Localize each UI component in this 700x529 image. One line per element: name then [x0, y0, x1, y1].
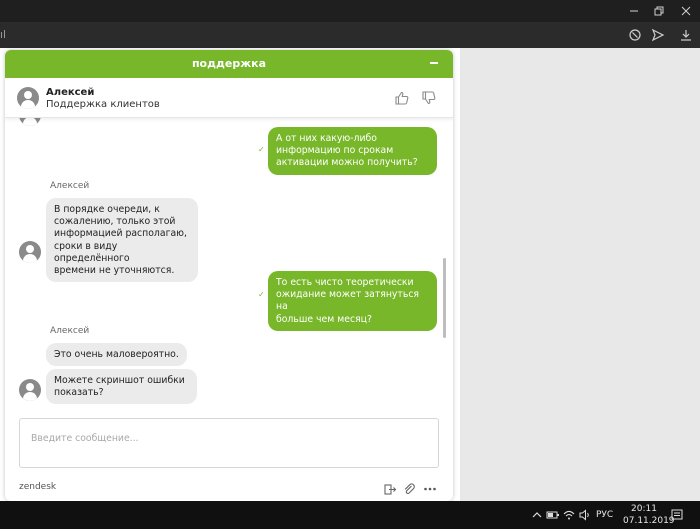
message-composer[interactable]: [19, 418, 439, 468]
minimize-icon: [430, 62, 438, 64]
widget-title: поддержка: [191, 57, 267, 70]
paperclip-icon[interactable]: [402, 482, 416, 496]
page-right-area: [460, 48, 700, 501]
chat-widget: поддержка Алексей Поддержка клиентов ✓ А…: [5, 50, 453, 501]
user-message: А от них какую-либо информацию по срокам…: [268, 127, 437, 175]
thumbs-down-icon[interactable]: [421, 90, 437, 106]
window-titlebar: [0, 0, 700, 22]
minimize-window-icon[interactable]: [626, 3, 642, 19]
agent-avatar: [17, 87, 39, 109]
battery-icon[interactable]: [546, 508, 560, 522]
message-input[interactable]: [20, 419, 438, 447]
address-bar[interactable]: ıl: [0, 22, 700, 48]
more-options-icon[interactable]: [423, 482, 437, 496]
shield-icon[interactable]: [627, 27, 643, 43]
minimize-widget-button[interactable]: [427, 56, 441, 70]
chat-scrollbar[interactable]: [443, 258, 446, 338]
message-sender: Алексей: [50, 326, 90, 336]
widget-header: поддержка: [5, 50, 453, 78]
address-text[interactable]: ıl: [0, 28, 6, 41]
delivered-check-icon: ✓: [258, 290, 265, 299]
taskbar: РУС 20:11 07.11.2019: [0, 501, 700, 529]
agent-message: Можете скриншот ошибки показать?: [46, 369, 197, 405]
message-sender: Алексей: [50, 181, 90, 191]
wifi-icon[interactable]: [562, 508, 576, 522]
restore-window-icon[interactable]: [651, 3, 667, 19]
speaker-icon[interactable]: [578, 508, 592, 522]
user-message: То есть чисто теоретически ожидание може…: [268, 271, 437, 331]
agent-avatar-small: [19, 118, 41, 126]
agent-avatar-small: [19, 379, 41, 401]
language-indicator[interactable]: РУС: [596, 510, 613, 520]
agent-name: Алексей: [46, 87, 95, 98]
clock-date[interactable]: 07.11.2019: [623, 516, 675, 526]
delivered-check-icon: ✓: [258, 145, 265, 154]
chevron-up-icon[interactable]: [530, 508, 544, 522]
agent-bar: Алексей Поддержка клиентов: [5, 78, 453, 118]
message-list[interactable]: ✓ А от них какую-либо информацию по срок…: [5, 118, 453, 414]
agent-message: В порядке очереди, к сожалению, только э…: [46, 198, 198, 283]
end-chat-icon[interactable]: [383, 482, 397, 496]
zendesk-brand[interactable]: zendesk: [19, 482, 56, 492]
agent-avatar-small: [19, 241, 41, 263]
agent-role: Поддержка клиентов: [46, 99, 160, 110]
download-icon[interactable]: [678, 27, 694, 43]
thumbs-up-icon[interactable]: [394, 90, 410, 106]
close-window-icon[interactable]: [678, 3, 694, 19]
notifications-icon[interactable]: [670, 508, 684, 522]
clock-time[interactable]: 20:11: [631, 504, 657, 514]
send-icon[interactable]: [650, 27, 666, 43]
agent-message: Это очень маловероятно.: [46, 343, 187, 367]
